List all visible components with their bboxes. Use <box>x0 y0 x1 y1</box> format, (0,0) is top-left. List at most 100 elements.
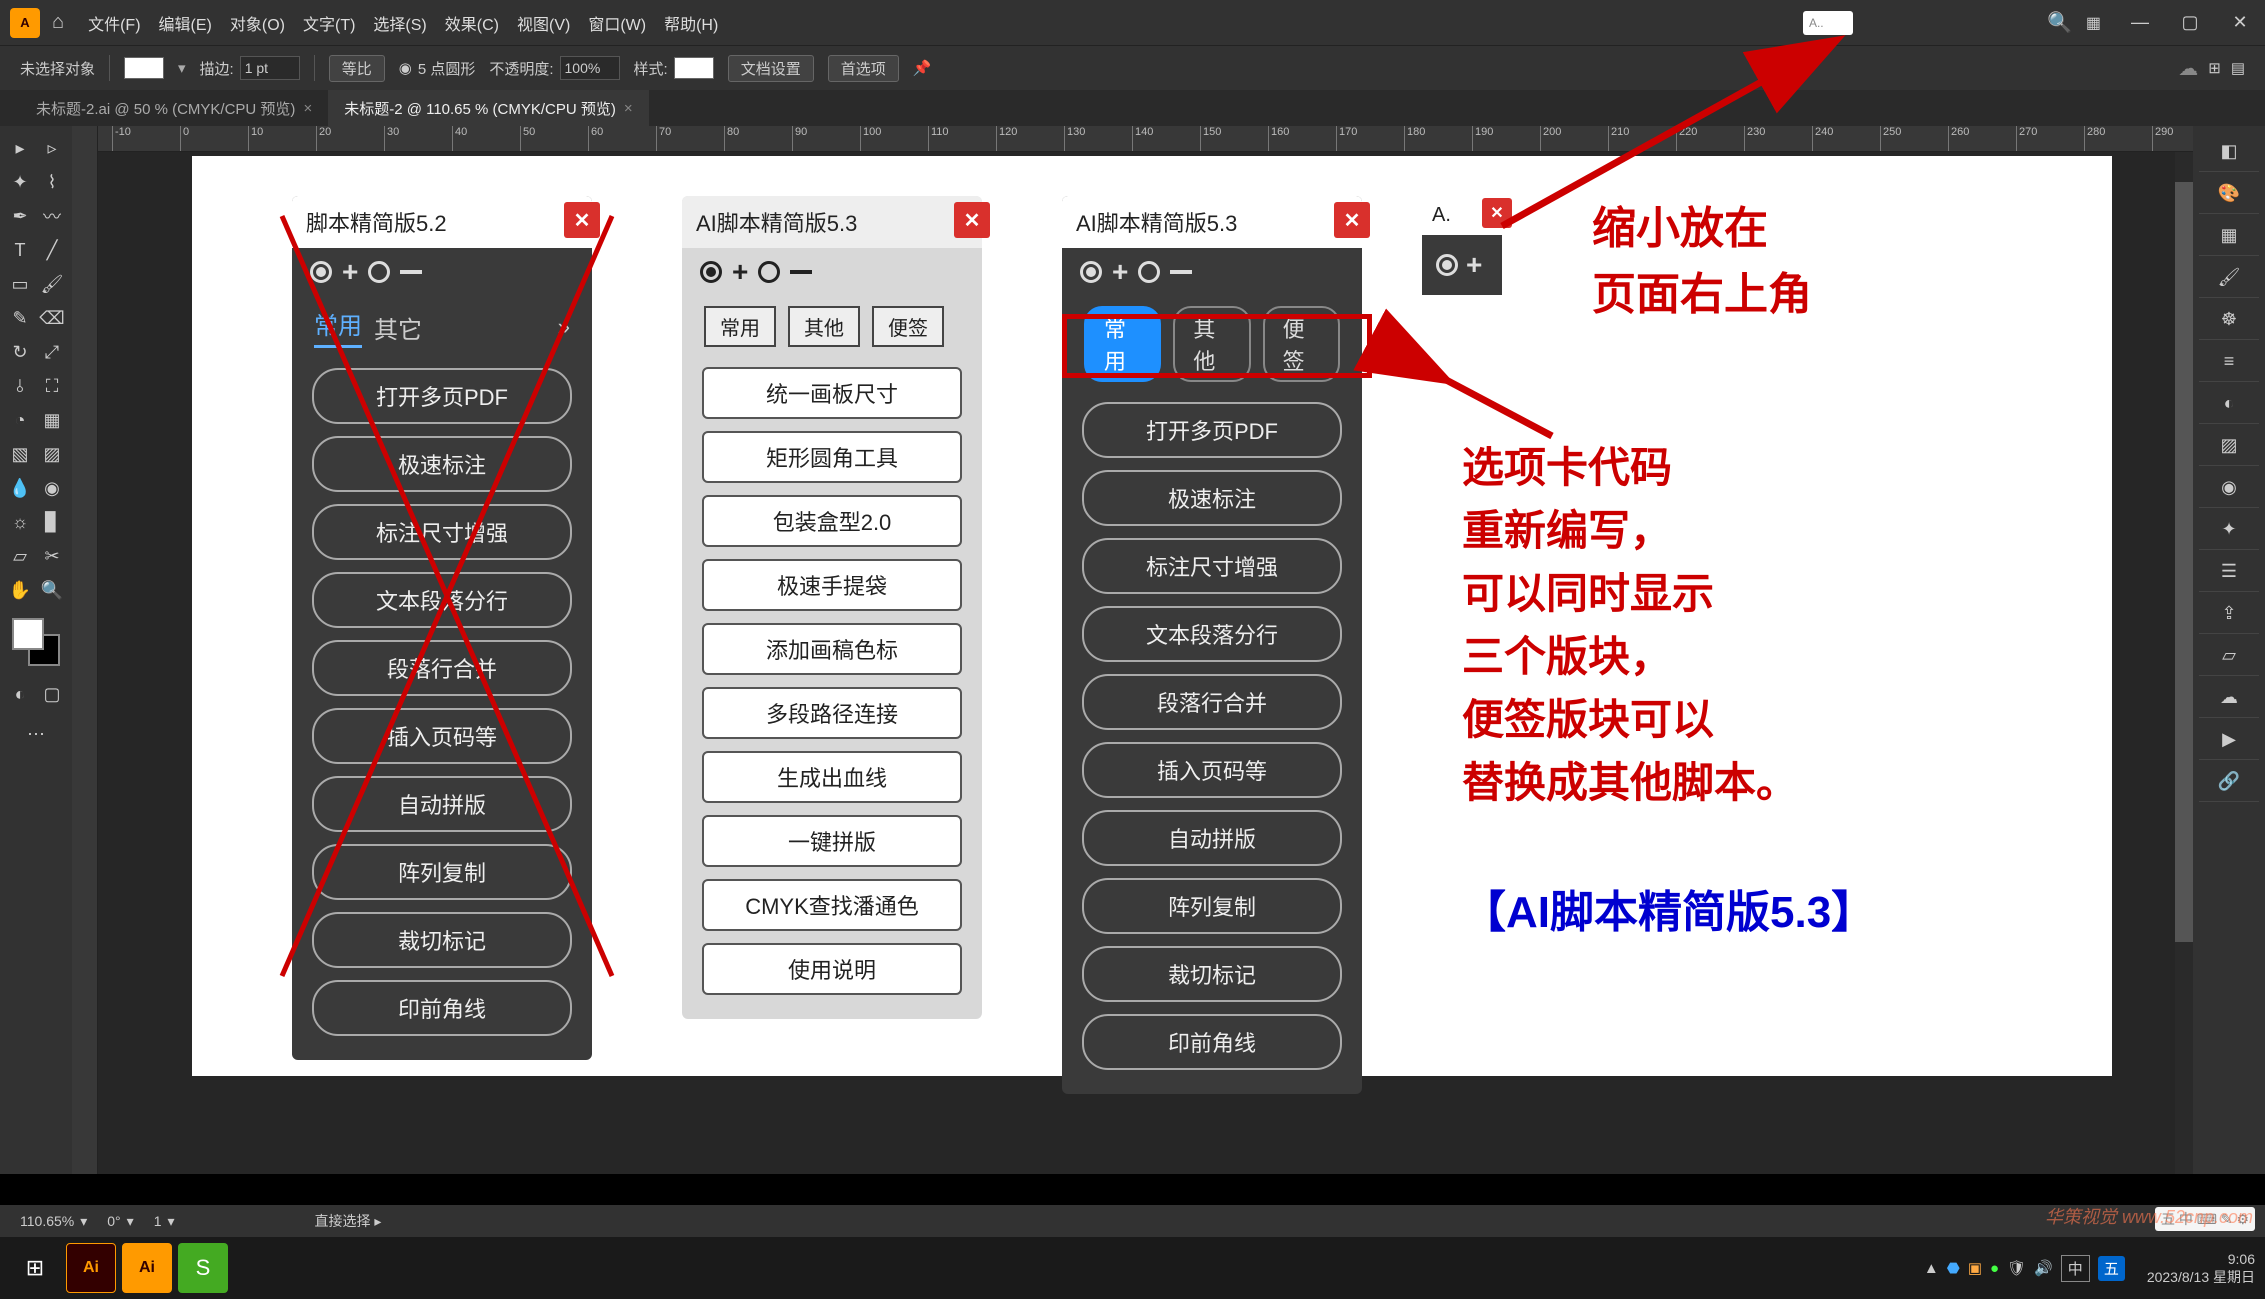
menu-edit[interactable]: 编辑(E) <box>159 11 212 35</box>
pen-tool[interactable]: ✒ <box>4 200 36 232</box>
fill-color[interactable] <box>12 618 44 650</box>
brushes-panel-icon[interactable]: 🖌 <box>2199 258 2259 298</box>
script-button[interactable]: 自动拼版 <box>312 776 572 832</box>
links-panel-icon[interactable]: 🔗 <box>2199 762 2259 802</box>
layers-panel-icon[interactable]: ☰ <box>2199 552 2259 592</box>
script-button[interactable]: 极速标注 <box>1082 470 1342 526</box>
free-transform-tool[interactable]: ⛶ <box>36 370 68 402</box>
lasso-tool[interactable]: ⌇ <box>36 166 68 198</box>
menu-help[interactable]: 帮助(H) <box>664 11 718 35</box>
script-thumbnail[interactable]: A.. <box>1803 11 1853 35</box>
tab-note[interactable]: 便签 <box>872 306 944 347</box>
start-button[interactable]: ⊞ <box>10 1243 60 1293</box>
doc-tab-2[interactable]: 未标题-2 @ 110.65 % (CMYK/CPU 预览) × <box>328 90 648 126</box>
direct-select-tool[interactable]: ▹ <box>36 132 68 164</box>
script-button[interactable]: 印前角线 <box>1082 1014 1342 1070</box>
close-button[interactable]: ✕ <box>2225 12 2255 33</box>
tab-common[interactable]: 常用 <box>704 306 776 347</box>
menu-select[interactable]: 选择(S) <box>373 11 426 35</box>
perspective-tool[interactable]: ▦ <box>36 404 68 436</box>
close-icon[interactable]: ✕ <box>564 202 600 238</box>
zoom-level[interactable]: 110.65% <box>20 1213 74 1229</box>
menu-file[interactable]: 文件(F) <box>88 11 140 35</box>
radio-on-icon[interactable] <box>700 261 722 283</box>
screen-mode-icon[interactable]: ▢ <box>36 678 68 710</box>
curvature-tool[interactable]: 〰 <box>36 200 68 232</box>
arrange-docs-icon[interactable]: ▦ <box>2086 13 2101 33</box>
script-button[interactable]: 裁切标记 <box>312 912 572 968</box>
maximize-button[interactable]: ▢ <box>2175 12 2205 33</box>
close-icon[interactable]: ✕ <box>1334 202 1370 238</box>
menu-view[interactable]: 视图(V) <box>517 11 570 35</box>
artboards-panel-icon[interactable]: ▱ <box>2199 636 2259 676</box>
gradient-panel-icon[interactable]: ◐ <box>2199 384 2259 424</box>
eraser-tool[interactable]: ⌫ <box>36 302 68 334</box>
volume-icon[interactable]: 🔊 <box>2034 1259 2053 1277</box>
script-button[interactable]: 统一画板尺寸 <box>702 367 962 419</box>
script-button[interactable]: 阵列复制 <box>312 844 572 900</box>
script-button[interactable]: 文本段落分行 <box>312 572 572 628</box>
script-button[interactable]: 极速标注 <box>312 436 572 492</box>
radio-on-icon[interactable] <box>1080 261 1102 283</box>
tab-other[interactable]: 其他 <box>788 306 860 347</box>
script-button[interactable]: 段落行合并 <box>1082 674 1342 730</box>
menu-object[interactable]: 对象(O) <box>230 11 285 35</box>
mesh-tool[interactable]: ▧ <box>4 438 36 470</box>
taskbar-ai-1[interactable]: Ai <box>66 1243 116 1293</box>
dash-icon[interactable] <box>400 270 422 274</box>
tray-icon[interactable]: ▲ <box>1924 1260 1939 1277</box>
color-panel-icon[interactable]: 🎨 <box>2199 174 2259 214</box>
stroke-panel-icon[interactable]: ≡ <box>2199 342 2259 382</box>
blend-tool[interactable]: ◉ <box>36 472 68 504</box>
pin-icon[interactable]: 📌 <box>913 59 932 77</box>
script-button[interactable]: 印前角线 <box>312 980 572 1036</box>
cloud-icon[interactable]: ☁ <box>2178 56 2198 81</box>
menu-window[interactable]: 窗口(W) <box>588 11 646 35</box>
libraries-panel-icon[interactable]: ☁ <box>2199 678 2259 718</box>
magic-wand-tool[interactable]: ✦ <box>4 166 36 198</box>
script-button[interactable]: 段落行合并 <box>312 640 572 696</box>
dash-icon[interactable] <box>1170 270 1192 274</box>
tray-icon-badge[interactable]: 五 <box>2098 1256 2125 1281</box>
eyedropper-tool[interactable]: 💧 <box>4 472 36 504</box>
script-button[interactable]: 文本段落分行 <box>1082 606 1342 662</box>
shaper-tool[interactable]: ✎ <box>4 302 36 334</box>
actions-panel-icon[interactable]: ▶ <box>2199 720 2259 760</box>
tray-icon[interactable]: ⬣ <box>1947 1259 1960 1277</box>
artboard-nav[interactable]: 1 <box>154 1213 162 1229</box>
tab-common[interactable]: 常用 <box>314 306 362 348</box>
script-button[interactable]: 添加画稿色标 <box>702 623 962 675</box>
stroke-input[interactable] <box>240 56 300 80</box>
script-button[interactable]: 极速手提袋 <box>702 559 962 611</box>
home-icon[interactable]: ⌂ <box>52 11 64 34</box>
script-button[interactable]: 使用说明 <box>702 943 962 995</box>
minimize-button[interactable]: — <box>2125 12 2155 33</box>
tray-icon[interactable]: ▣ <box>1968 1259 1982 1277</box>
plus-icon[interactable]: + <box>342 256 358 288</box>
edit-toolbar-icon[interactable]: ⋯ <box>20 718 52 750</box>
swatches-panel-icon[interactable]: ▦ <box>2199 216 2259 256</box>
canvas[interactable]: -100102030405060708090100110120130140150… <box>72 126 2193 1174</box>
style-swatch[interactable] <box>674 57 714 79</box>
radio-on-icon[interactable] <box>310 261 332 283</box>
clock[interactable]: 9:06 2023/8/13 星期日 <box>2147 1250 2255 1286</box>
doc-tab-1[interactable]: 未标题-2.ai @ 50 % (CMYK/CPU 预览) × <box>20 90 328 126</box>
artboard-tool[interactable]: ▱ <box>4 540 36 572</box>
color-swatches[interactable] <box>12 618 60 666</box>
radio-off-icon[interactable] <box>758 261 780 283</box>
uniform-toggle[interactable]: 等比 <box>329 55 385 82</box>
tray-icon[interactable]: ● <box>1990 1260 1999 1277</box>
script-button[interactable]: 插入页码等 <box>1082 742 1342 798</box>
appearance-panel-icon[interactable]: ◉ <box>2199 468 2259 508</box>
scrollbar-v[interactable] <box>2175 152 2193 1174</box>
script-button[interactable]: 自动拼版 <box>1082 810 1342 866</box>
script-button[interactable]: 阵列复制 <box>1082 878 1342 934</box>
symbols-panel-icon[interactable]: ☸ <box>2199 300 2259 340</box>
script-button[interactable]: 矩形圆角工具 <box>702 431 962 483</box>
script-button[interactable]: 打开多页PDF <box>1082 402 1342 458</box>
slice-tool[interactable]: ✂ <box>36 540 68 572</box>
line-tool[interactable]: ╱ <box>36 234 68 266</box>
plus-icon[interactable]: + <box>1112 256 1128 288</box>
radio-off-icon[interactable] <box>1138 261 1160 283</box>
rotate-value[interactable]: 0° <box>107 1213 120 1229</box>
